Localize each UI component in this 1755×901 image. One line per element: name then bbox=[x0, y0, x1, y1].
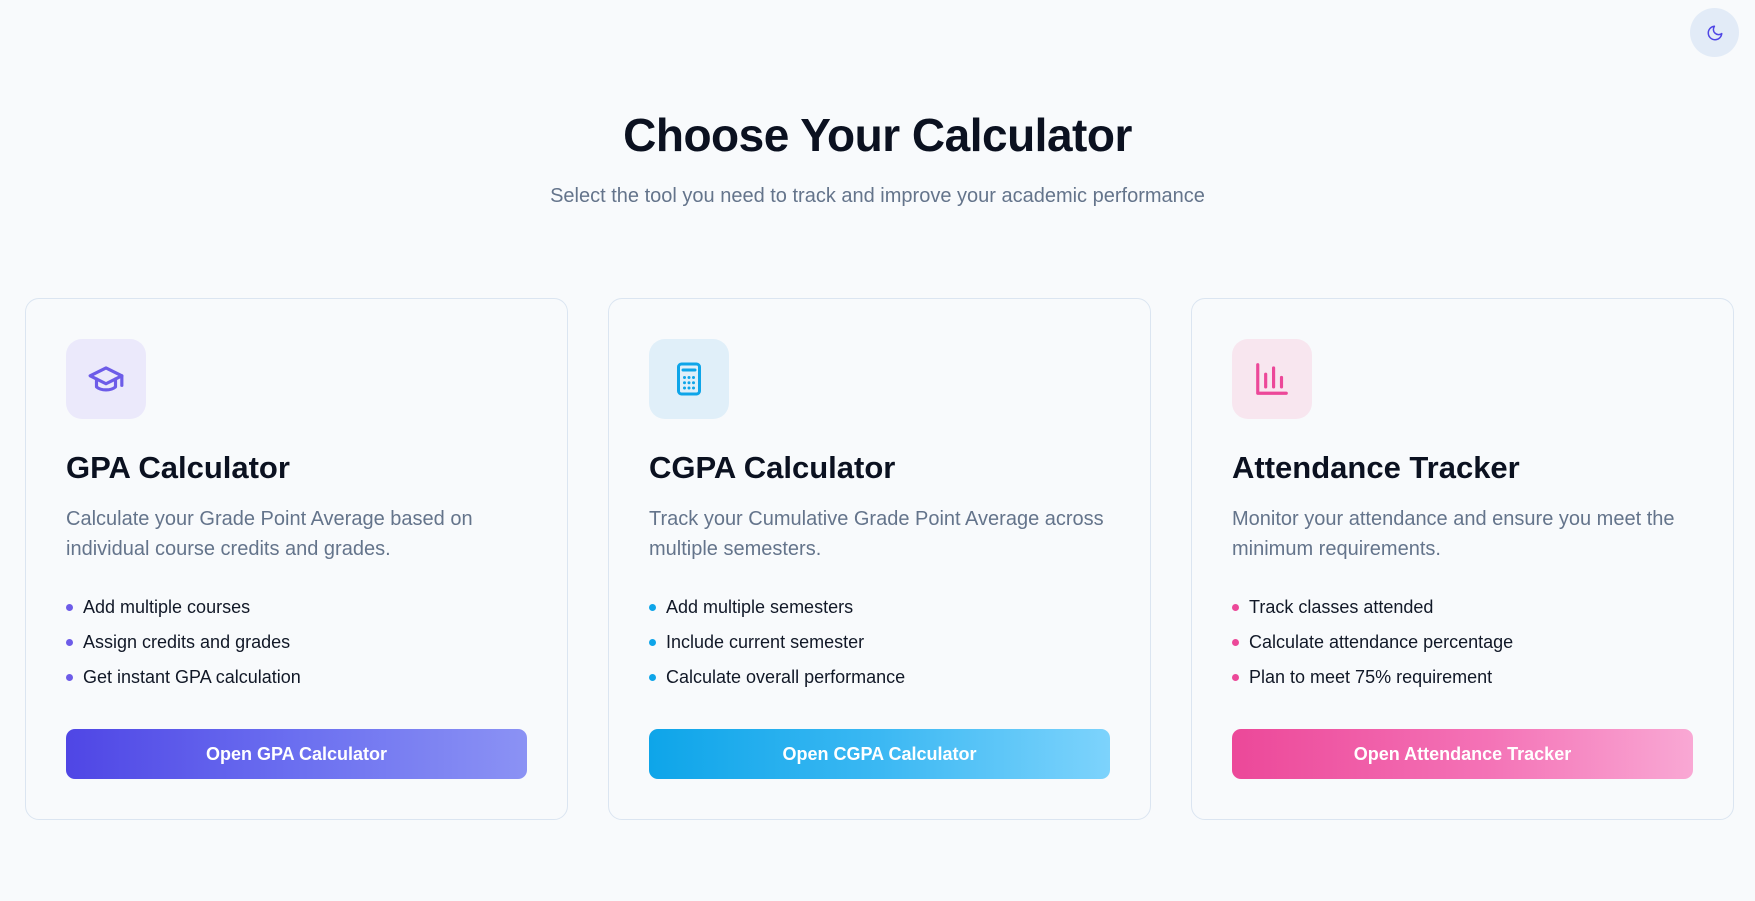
open-cgpa-calculator-button[interactable]: Open CGPA Calculator bbox=[649, 729, 1110, 779]
feature-text: Track classes attended bbox=[1249, 597, 1434, 618]
feature-text: Get instant GPA calculation bbox=[83, 667, 301, 688]
bullet-dot bbox=[1232, 604, 1239, 612]
feature-text: Add multiple courses bbox=[83, 597, 251, 618]
page-title: Choose Your Calculator bbox=[623, 109, 1132, 161]
attendance-icon-tile bbox=[1232, 339, 1312, 419]
bullet-dot bbox=[66, 604, 73, 612]
open-attendance-tracker-button[interactable]: Open Attendance Tracker bbox=[1232, 729, 1693, 779]
feature-text: Add multiple semesters bbox=[666, 597, 854, 618]
card-title: Attendance Tracker bbox=[1232, 450, 1520, 485]
calculator-icon bbox=[677, 362, 701, 396]
gpa-icon-tile bbox=[66, 339, 146, 419]
feature-item: Calculate overall performance bbox=[649, 660, 1110, 695]
page: Choose Your Calculator Select the tool y… bbox=[0, 0, 1755, 901]
feature-item: Add multiple semesters bbox=[649, 590, 1110, 625]
bullet-dot bbox=[66, 674, 73, 682]
feature-text: Calculate overall performance bbox=[666, 667, 906, 688]
bullet-dot bbox=[1232, 639, 1239, 647]
bullet-dot bbox=[1232, 674, 1239, 682]
card-description: Monitor your attendance and ensure you m… bbox=[1232, 508, 1675, 561]
cgpa-calculator-card: CGPA Calculator Track your Cumulative Gr… bbox=[608, 298, 1151, 820]
open-gpa-calculator-button[interactable]: Open GPA Calculator bbox=[66, 729, 527, 779]
page-header: Choose Your Calculator Select the tool y… bbox=[0, 108, 1755, 209]
page-subtitle: Select the tool you need to track and im… bbox=[550, 185, 1205, 208]
feature-item: Assign credits and grades bbox=[66, 625, 527, 660]
graduation-cap-icon bbox=[88, 366, 124, 392]
feature-item: Plan to meet 75% requirement bbox=[1232, 660, 1693, 695]
bullet-dot bbox=[66, 639, 73, 647]
feature-item: Track classes attended bbox=[1232, 590, 1693, 625]
feature-text: Assign credits and grades bbox=[83, 632, 291, 653]
bar-chart-icon bbox=[1256, 363, 1288, 395]
feature-list: Add multiple courses Assign credits and … bbox=[66, 590, 527, 695]
feature-item: Get instant GPA calculation bbox=[66, 660, 527, 695]
cgpa-icon-tile bbox=[649, 339, 729, 419]
card-description: Calculate your Grade Point Average based… bbox=[66, 508, 473, 561]
card-description: Track your Cumulative Grade Point Averag… bbox=[649, 508, 1104, 561]
card-title: CGPA Calculator bbox=[649, 450, 896, 485]
feature-text: Calculate attendance percentage bbox=[1249, 632, 1514, 653]
feature-list: Add multiple semesters Include current s… bbox=[649, 590, 1110, 695]
bullet-dot bbox=[649, 639, 656, 647]
feature-item: Calculate attendance percentage bbox=[1232, 625, 1693, 660]
calculator-cards: GPA Calculator Calculate your Grade Poin… bbox=[25, 298, 1735, 820]
feature-text: Plan to meet 75% requirement bbox=[1249, 667, 1493, 688]
moon-icon bbox=[1707, 25, 1722, 40]
feature-item: Include current semester bbox=[649, 625, 1110, 660]
bullet-dot bbox=[649, 604, 656, 612]
gpa-calculator-card: GPA Calculator Calculate your Grade Poin… bbox=[25, 298, 568, 820]
feature-text: Include current semester bbox=[666, 632, 865, 653]
bullet-dot bbox=[649, 674, 656, 682]
card-title: GPA Calculator bbox=[66, 450, 290, 485]
feature-item: Add multiple courses bbox=[66, 590, 527, 625]
attendance-tracker-card: Attendance Tracker Monitor your attendan… bbox=[1191, 298, 1734, 820]
feature-list: Track classes attended Calculate attenda… bbox=[1232, 590, 1693, 695]
theme-toggle-button[interactable] bbox=[1690, 8, 1739, 57]
